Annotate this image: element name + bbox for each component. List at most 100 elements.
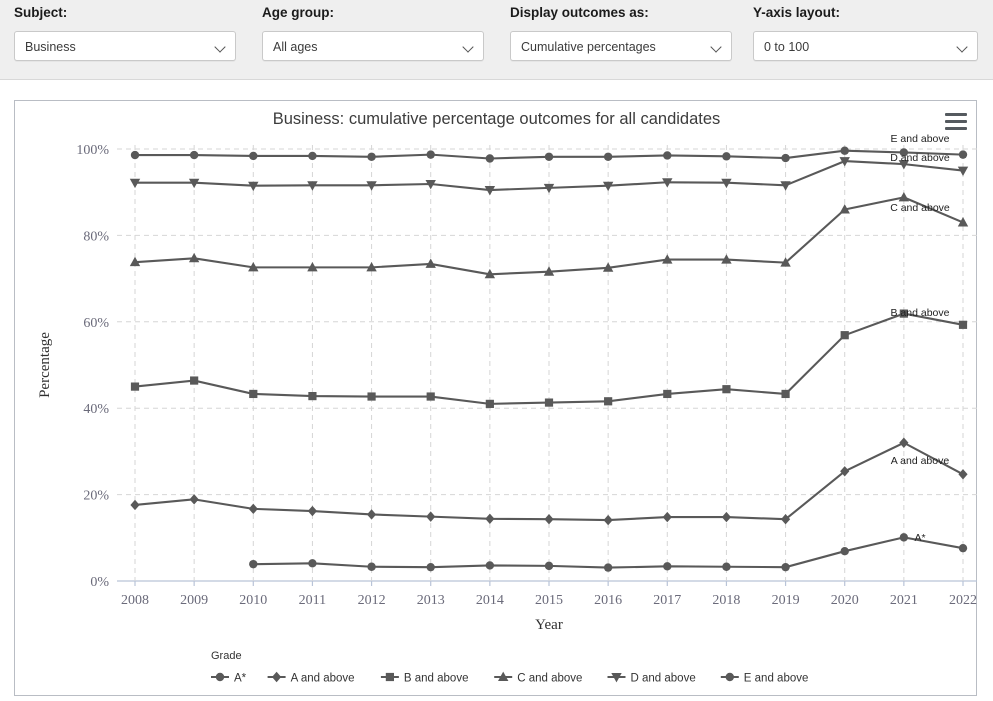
legend-marker [215, 672, 225, 682]
x-tick-label: 2018 [712, 593, 740, 608]
control-group-subject: Subject: Business [14, 0, 236, 61]
data-point-marker [130, 150, 140, 160]
legend-marker [725, 672, 734, 682]
x-tick-label: 2014 [476, 593, 504, 608]
legend-item[interactable]: B and above [380, 673, 469, 685]
data-point-marker [958, 543, 968, 553]
x-tick-label: 2009 [180, 593, 208, 608]
data-point-marker [249, 151, 258, 161]
age-group-select-value: All ages [273, 39, 318, 54]
y-tick-label: 100% [76, 143, 109, 158]
x-tick-label: 2008 [121, 593, 149, 608]
data-point-marker [604, 397, 613, 406]
y-tick-label: 80% [83, 229, 109, 244]
x-tick-label: 2021 [890, 593, 918, 608]
legend-label: C and above [517, 673, 582, 685]
y-axis-title: Percentage [37, 332, 53, 398]
age-group-select[interactable]: All ages [262, 30, 484, 61]
legend-item[interactable]: C and above [494, 671, 582, 685]
legend-marker [272, 671, 282, 683]
series-end-label: C and above [890, 202, 950, 214]
data-point-marker [722, 562, 731, 571]
display-outcomes-select-value: Cumulative percentages [521, 39, 656, 54]
line-chart-plot: 0% 20% 40% 60% 80% 100% 2008 2009 2010 2011 2012 20… [15, 101, 978, 697]
data-point-marker [366, 509, 377, 520]
data-point-marker [603, 152, 613, 161]
data-point-marker [603, 563, 613, 572]
data-point-marker [426, 511, 436, 522]
data-point-marker [722, 152, 731, 161]
data-point-marker [840, 331, 849, 340]
y-tick-label: 0% [90, 575, 109, 590]
y-axis-layout-label: Y-axis layout: [753, 5, 841, 20]
series-end-label: D and above [890, 152, 950, 164]
legend-item[interactable]: D and above [607, 673, 696, 685]
data-point-marker [544, 561, 554, 571]
data-point-marker [722, 385, 731, 394]
data-point-marker [367, 562, 376, 571]
legend-label: B and above [404, 673, 469, 685]
data-point-marker [899, 437, 909, 448]
data-point-marker [426, 562, 435, 572]
x-tick-label: 2019 [772, 593, 800, 608]
data-point-marker [485, 399, 494, 408]
legend-title: Grade [211, 650, 242, 662]
series-b-and-above [130, 309, 968, 408]
x-tick-label: 2016 [594, 593, 622, 608]
data-point-marker [426, 150, 435, 159]
y-tick-label: 20% [83, 489, 109, 504]
data-point-marker [426, 392, 435, 401]
legend-item[interactable]: A* [211, 673, 247, 685]
x-tick-label: 2020 [831, 593, 859, 608]
data-point-marker [190, 376, 199, 385]
chevron-down-icon [216, 43, 225, 52]
data-point-marker [544, 514, 554, 525]
x-tick-label: 2015 [535, 593, 563, 608]
series-end-label: A* [914, 532, 925, 544]
data-point-marker [130, 499, 140, 511]
data-point-marker [367, 152, 376, 161]
subject-label: Subject: [14, 5, 68, 20]
display-outcomes-select[interactable]: Cumulative percentages [510, 30, 732, 61]
data-point-marker [662, 511, 672, 523]
legend-item[interactable]: A and above [267, 671, 355, 685]
series-end-label: E and above [891, 133, 950, 145]
display-outcomes-label: Display outcomes as: [510, 5, 649, 20]
data-point-marker [485, 561, 495, 570]
series-end-label: A and above [891, 455, 950, 467]
x-tick-label: 2013 [417, 593, 445, 608]
y-axis-layout-select-value: 0 to 100 [764, 39, 810, 54]
data-point-marker [367, 392, 376, 401]
subject-select[interactable]: Business [14, 30, 236, 61]
data-point-marker [957, 166, 969, 176]
y-tick-label: 40% [83, 402, 109, 417]
data-point-marker [840, 546, 849, 556]
x-tick-label: 2011 [299, 593, 326, 608]
data-point-marker [781, 153, 790, 163]
data-point-marker [663, 389, 672, 399]
legend-item[interactable]: E and above [720, 672, 809, 685]
data-point-marker [485, 513, 495, 524]
chevron-down-icon [958, 43, 967, 52]
data-point-marker [308, 392, 317, 401]
data-point-marker [663, 151, 672, 160]
data-point-marker [898, 191, 910, 202]
data-point-marker [189, 494, 199, 505]
chevron-down-icon [712, 43, 721, 52]
legend-label: E and above [744, 673, 809, 685]
data-point-marker [485, 154, 495, 163]
data-point-marker [307, 505, 318, 517]
y-axis-layout-select[interactable]: 0 to 100 [753, 30, 978, 61]
filters-toolbar: Subject: Business Age group: All ages Di… [0, 0, 993, 80]
data-point-marker [899, 533, 909, 542]
data-point-marker [189, 150, 199, 160]
data-point-marker [544, 152, 554, 161]
series-end-label: B and above [891, 307, 950, 319]
control-group-display-outcomes: Display outcomes as: Cumulative percenta… [510, 0, 732, 61]
data-point-marker [249, 389, 258, 399]
chart-panel: Business: cumulative percentage outcomes… [14, 100, 977, 696]
data-point-marker [958, 320, 968, 329]
data-point-marker [958, 150, 968, 159]
legend-label: A and above [291, 673, 355, 685]
data-point-marker [308, 151, 317, 161]
